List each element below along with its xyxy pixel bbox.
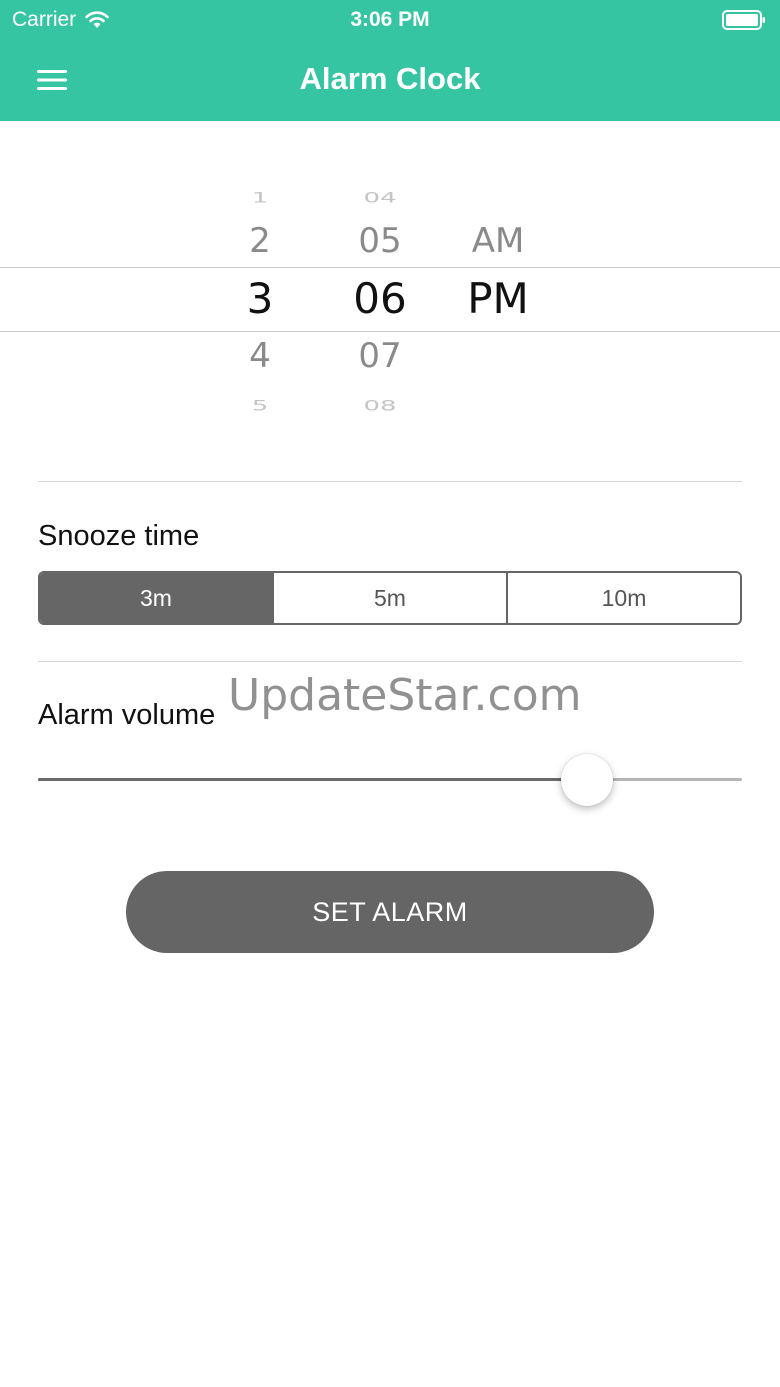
hour-wheel[interactable]: 1 2 3 4 5 [200, 121, 320, 451]
hour-option: 4 [249, 336, 271, 376]
period-wheel[interactable]: AM PM [438, 121, 558, 451]
section-divider [38, 661, 742, 662]
status-time: 3:06 PM [350, 8, 430, 31]
snooze-label: Snooze time [38, 520, 200, 552]
slider-fill [38, 778, 588, 781]
hour-option: 1 [251, 189, 269, 207]
battery-icon [722, 10, 765, 30]
status-bar: Carrier 3:06 PM [0, 0, 780, 40]
minute-option: 08 [363, 397, 397, 415]
minute-option: 05 [358, 221, 402, 261]
snooze-option-3m[interactable]: 3m [40, 573, 272, 623]
minute-wheel[interactable]: 04 05 06 07 08 [320, 121, 440, 451]
minute-selected: 06 [353, 274, 407, 323]
section-divider [38, 481, 742, 482]
period-option: AM [471, 221, 525, 261]
snooze-option-5m[interactable]: 5m [272, 573, 506, 623]
hour-option: 2 [249, 221, 271, 261]
page-title: Alarm Clock [299, 61, 481, 96]
time-picker: 1 2 3 4 5 04 05 06 07 08 AM PM [0, 121, 780, 451]
slider-thumb[interactable] [561, 754, 614, 806]
hour-selected: 3 [246, 274, 274, 323]
period-selected: PM [467, 274, 529, 323]
hour-option: 5 [251, 397, 269, 415]
minute-option: 07 [358, 336, 402, 376]
set-alarm-button[interactable]: SET ALARM [126, 871, 654, 953]
minute-option: 04 [363, 189, 397, 207]
nav-bar: Alarm Clock [0, 40, 780, 121]
app-header: Carrier 3:06 PM Alarm Clock [0, 0, 780, 121]
watermark-text: UpdateStar.com [228, 670, 582, 721]
volume-slider[interactable] [38, 750, 742, 810]
snooze-option-10m[interactable]: 10m [506, 573, 740, 623]
snooze-segmented-control: 3m 5m 10m [38, 571, 742, 625]
volume-label: Alarm volume [38, 699, 216, 731]
